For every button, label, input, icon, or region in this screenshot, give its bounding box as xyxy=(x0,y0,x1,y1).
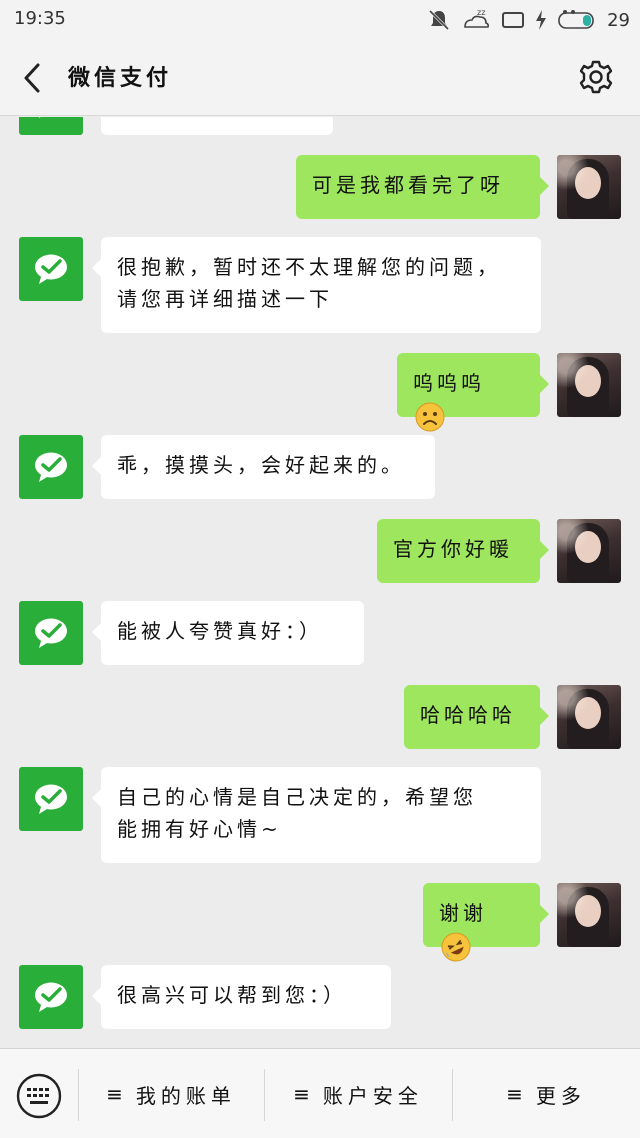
wechat-pay-icon xyxy=(39,117,41,118)
bot-avatar xyxy=(19,965,83,1029)
battery-level: 29 xyxy=(607,9,630,31)
user-avatar xyxy=(557,883,621,947)
message-bubble-bot: 很高兴可以帮到您：） xyxy=(92,965,391,1029)
settings-button[interactable] xyxy=(578,59,614,95)
wechat-pay-icon xyxy=(35,982,67,1012)
message-text: 谢谢 xyxy=(439,901,487,925)
charging-icon xyxy=(536,10,547,30)
user-avatar xyxy=(557,519,621,583)
message-bubble-user: 可是我都看完了呀 xyxy=(296,155,549,219)
message-bubble-user: 呜呜呜 xyxy=(397,353,549,431)
battery-icon xyxy=(558,10,594,29)
menu-account-security[interactable]: ≡ 账户安全 xyxy=(264,1049,452,1138)
user-avatar xyxy=(557,685,621,749)
message-text: 能被人夸赞真好：） xyxy=(117,619,323,643)
message-bubble-bot: 很抱歉，暂时还不太理解您的问题， 请您再详细描述一下 xyxy=(92,237,541,333)
message-bubble-user: 谢谢 xyxy=(423,883,549,961)
page-title: 微信支付 xyxy=(68,66,173,91)
message-text: 哈哈哈哈 xyxy=(420,703,516,727)
menu-icon: ≡ xyxy=(106,1082,128,1106)
message-text: 自己的心情是自己决定的，希望您 xyxy=(117,785,477,809)
status-bar: 19:35 zz 29 xyxy=(0,0,640,40)
keyboard-icon xyxy=(16,1073,62,1119)
wechat-pay-icon xyxy=(35,452,67,482)
message-bubble-user: 官方你好暖 xyxy=(377,519,549,583)
message-text: 乖，摸摸头，会好起来的。 xyxy=(117,453,405,477)
message-bubble-bot: 自己的心情是自己决定的，希望您 能拥有好心情~ xyxy=(92,767,541,863)
bot-avatar xyxy=(19,237,83,301)
user-avatar xyxy=(557,353,621,417)
status-icons: zz 29 xyxy=(427,6,630,34)
message-text: 很抱歉，暂时还不太理解您的问题， xyxy=(117,255,501,279)
menu-my-bills[interactable]: ≡ 我的账单 xyxy=(78,1049,264,1138)
message-bubble-bot xyxy=(101,117,333,135)
wechat-pay-icon xyxy=(35,254,67,284)
chevron-left-icon xyxy=(24,63,40,93)
menu-label: 账户安全 xyxy=(322,1083,423,1108)
message-text: 可是我都看完了呀 xyxy=(312,173,504,197)
bot-avatar xyxy=(19,117,83,135)
sleep-icon: zz xyxy=(464,8,490,28)
menu-label: 更多 xyxy=(535,1083,586,1108)
wechat-pay-icon xyxy=(35,784,67,814)
status-time: 19:35 xyxy=(14,8,66,29)
chat-area[interactable]: 可是我都看完了呀 很抱歉，暂时还不太理解您的问题， 请您再详细描述一下 呜呜呜 xyxy=(0,117,640,1047)
menu-more[interactable]: ≡ 更多 xyxy=(452,1049,640,1138)
bot-avatar xyxy=(19,601,83,665)
bot-avatar xyxy=(19,767,83,831)
screen-icon xyxy=(502,12,525,28)
svg-text:zz: zz xyxy=(477,8,485,17)
back-button[interactable] xyxy=(16,60,50,96)
message-bubble-bot: 能被人夸赞真好：） xyxy=(92,601,364,665)
menu-icon: ≡ xyxy=(293,1082,315,1106)
message-bubble-user: 哈哈哈哈 xyxy=(404,685,549,749)
gear-icon xyxy=(579,60,613,94)
message-text: 能拥有好心情~ xyxy=(117,817,282,841)
keyboard-button[interactable] xyxy=(16,1073,62,1119)
rolling-laughing-emoji xyxy=(441,932,471,961)
wechat-pay-icon xyxy=(35,618,67,648)
menu-label: 我的账单 xyxy=(135,1083,236,1108)
mute-icon xyxy=(429,9,450,31)
message-text: 请您再详细描述一下 xyxy=(117,287,333,311)
message-text: 官方你好暖 xyxy=(393,537,513,561)
frowning-face-emoji xyxy=(415,402,445,431)
bottom-menu: ≡ 我的账单 ≡ 账户安全 ≡ 更多 xyxy=(0,1048,640,1138)
message-text: 呜呜呜 xyxy=(413,371,485,395)
message-text: 很高兴可以帮到您：） xyxy=(117,983,347,1007)
menu-icon: ≡ xyxy=(506,1082,528,1106)
header: 微信支付 xyxy=(0,40,640,116)
bot-avatar xyxy=(19,435,83,499)
user-avatar xyxy=(557,155,621,219)
message-bubble-bot: 乖，摸摸头，会好起来的。 xyxy=(92,435,435,499)
